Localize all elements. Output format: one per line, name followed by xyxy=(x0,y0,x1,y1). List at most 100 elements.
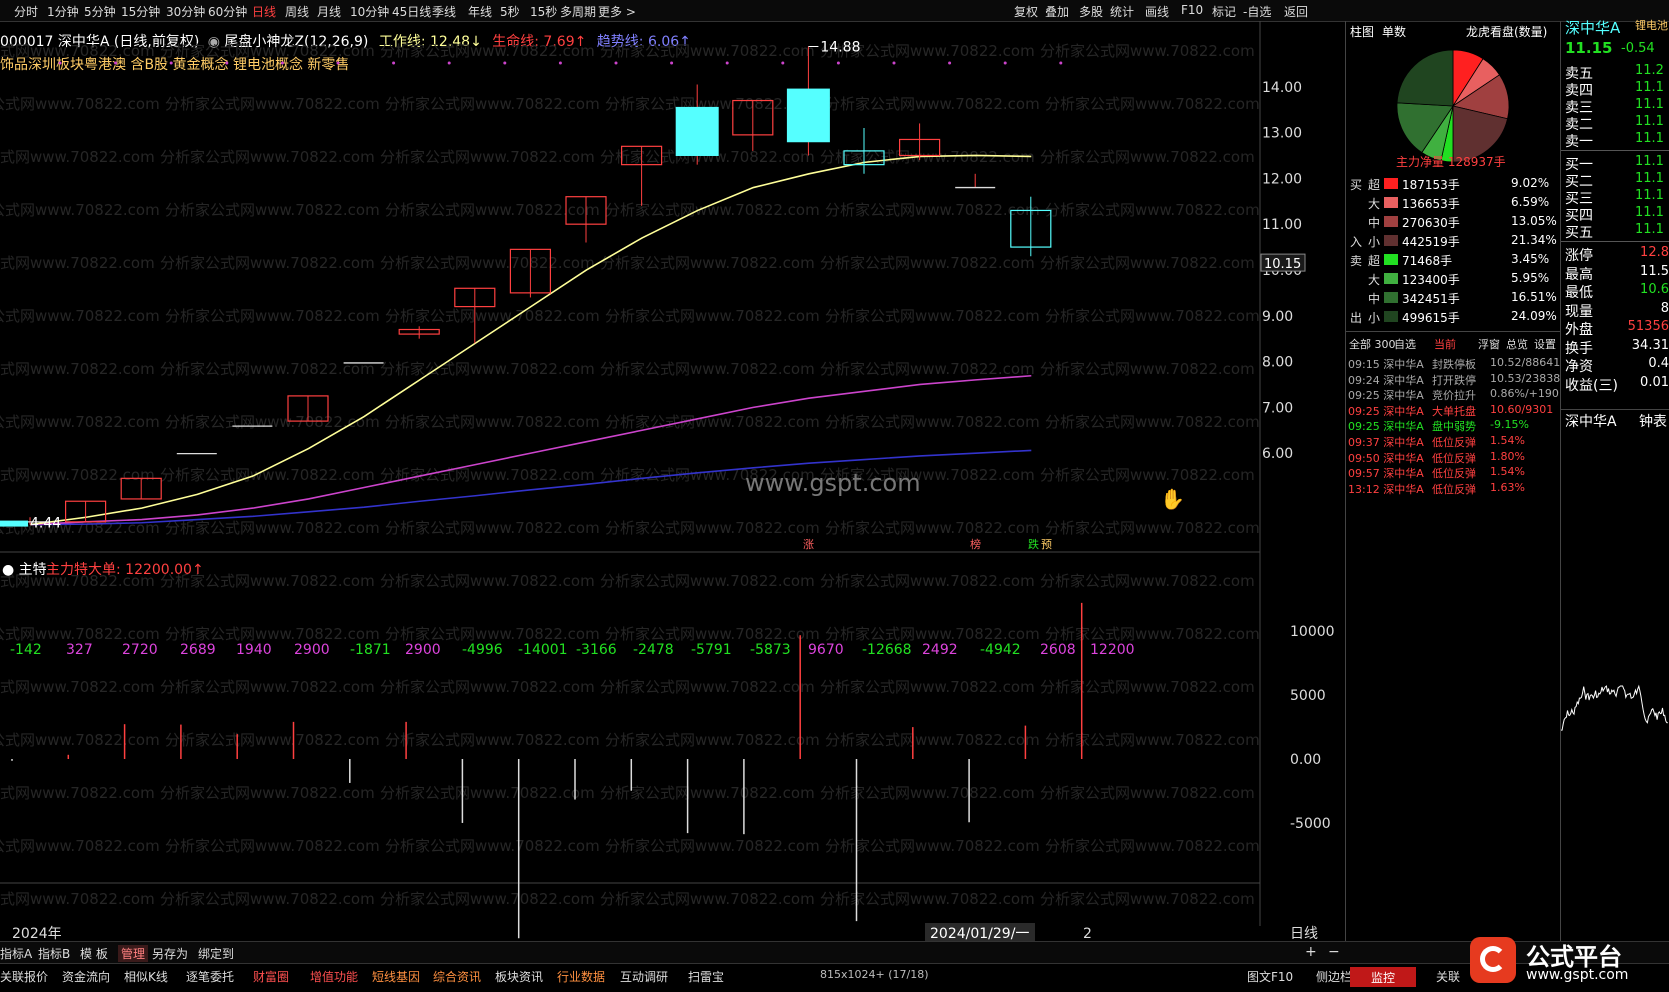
monitor-button[interactable]: 监控 xyxy=(1350,967,1416,987)
news-tab-2[interactable]: 当前 xyxy=(1434,336,1456,352)
indicator-tab-4[interactable]: 另存为 xyxy=(152,945,188,962)
stat-row-3: 现量 8 xyxy=(1565,301,1669,320)
period-tab-7[interactable]: 周线 xyxy=(285,3,309,20)
link-button[interactable]: 关联 xyxy=(1436,968,1460,985)
watermark-text: 分析家公式网www.70822.com xyxy=(380,784,595,802)
period-tab-15[interactable]: 多周期 xyxy=(560,3,596,20)
date-num: 2 xyxy=(1083,926,1092,941)
zoom-out-button[interactable]: − xyxy=(1328,944,1340,960)
toolbar-right-2[interactable]: 多股 xyxy=(1079,3,1103,20)
price-tick-0: 14.00 xyxy=(1262,80,1302,96)
ask-value: 11.1 xyxy=(1635,97,1664,112)
period-tab-2[interactable]: 5分钟 xyxy=(84,3,116,20)
function-tab-3[interactable]: 逐笔委托 xyxy=(186,968,234,985)
pie-slice-7 xyxy=(1396,49,1454,107)
function-tab-5[interactable]: 增值功能 xyxy=(310,968,358,985)
indicator-tab-1[interactable]: 指标B xyxy=(38,945,70,962)
period-tab-5[interactable]: 60分钟 xyxy=(208,3,247,20)
toolbar-right-0[interactable]: 复权 xyxy=(1014,3,1038,20)
period-tab-13[interactable]: 5秒 xyxy=(500,3,520,20)
toolbar-right-5[interactable]: F10 xyxy=(1181,3,1203,17)
tab-order-count[interactable]: 单数 xyxy=(1382,23,1406,40)
volume-tick-2: 0.00 xyxy=(1290,752,1321,768)
gspt-logo: 公式平台 www.gspt.com xyxy=(1470,935,1660,987)
period-tab-10[interactable]: 45日线 xyxy=(392,3,431,20)
function-tab-7[interactable]: 综合资讯 xyxy=(433,968,481,985)
function-tab-6[interactable]: 短线基因 xyxy=(372,968,420,985)
watermark-text: 分析家公式网www.70822.com xyxy=(1040,784,1255,802)
news-detail: 10.53/23838 xyxy=(1490,371,1561,385)
function-tab-1[interactable]: 资金流向 xyxy=(62,968,110,985)
period-tab-1[interactable]: 1分钟 xyxy=(47,3,79,20)
period-tab-16[interactable]: 更多 > xyxy=(598,3,636,20)
watermark-text: 分析家公式网www.70822.com xyxy=(165,201,380,219)
indicator-tab-0[interactable]: 指标A xyxy=(0,945,32,962)
news-tab-3[interactable]: 浮窗 xyxy=(1478,336,1500,352)
period-tab-12[interactable]: 年线 xyxy=(468,3,492,20)
flow-kind: 大 xyxy=(1368,197,1381,211)
toolbar-right-3[interactable]: 统计 xyxy=(1110,3,1134,20)
indicator-tab-3[interactable]: 管理 xyxy=(118,945,149,962)
flow-row-2: 中 270630手 13.05% xyxy=(1346,212,1561,231)
top-dot-marker xyxy=(280,61,284,65)
stat-value: 11.5 xyxy=(1640,263,1669,279)
flow-row-5: 大 123400手 5.95% xyxy=(1346,269,1561,288)
mini-title: 深中华A xyxy=(1565,414,1617,430)
sidebar-button[interactable]: 侧边栏 xyxy=(1316,968,1352,985)
toolbar-right-8[interactable]: 返回 xyxy=(1284,3,1308,20)
period-tab-3[interactable]: 15分钟 xyxy=(121,3,160,20)
top-dot-marker xyxy=(781,61,785,65)
watermark-text: 分析家公式网www.70822.com xyxy=(380,360,595,378)
period-tab-14[interactable]: 15秒 xyxy=(530,3,557,20)
toolbar-right-7[interactable]: -自选 xyxy=(1243,3,1271,20)
watermark-text: 分析家公式网www.70822.com xyxy=(1045,837,1260,855)
toolbar-right-4[interactable]: 画线 xyxy=(1145,3,1169,20)
ask-row-4: 卖一 11.1 xyxy=(1565,131,1669,150)
period-tab-8[interactable]: 月线 xyxy=(317,3,341,20)
top-dot-marker xyxy=(725,61,729,65)
tab-bar-chart[interactable]: 柱图 xyxy=(1350,23,1374,40)
period-tab-0[interactable]: 分时 xyxy=(14,3,38,20)
period-tab-4[interactable]: 30分钟 xyxy=(166,3,205,20)
flow-percent: 5.95% xyxy=(1511,271,1550,285)
price-chart[interactable]: 分析家公式网www.70822.com 分析家公式网www.70822.com 分析… xyxy=(0,21,1345,941)
news-tab-0[interactable]: 全部 300 xyxy=(1349,336,1396,352)
toolbar-right-1[interactable]: 叠加 xyxy=(1045,3,1069,20)
watermark-text: 分析家公式网www.70822.com xyxy=(385,731,600,749)
function-tab-10[interactable]: 互动调研 xyxy=(620,968,668,985)
indicator-tab-2[interactable]: 模 板 xyxy=(80,945,108,962)
function-tab-11[interactable]: 扫雷宝 xyxy=(688,968,724,985)
news-time: 09:25 深中华A xyxy=(1348,389,1424,403)
news-tab-4[interactable]: 总览 xyxy=(1506,336,1528,352)
bid-label: 买五 xyxy=(1565,225,1593,241)
stat-label: 最低 xyxy=(1565,285,1593,301)
start-bar xyxy=(0,520,28,527)
function-tab-9[interactable]: 行业数据 xyxy=(557,968,605,985)
function-tab-2[interactable]: 相似K线 xyxy=(124,968,168,985)
chart-area[interactable]: 000017 深中华A (日线,前复权) ◉ 尾盘小神龙Z(12,26,9) 工… xyxy=(0,21,1345,941)
period-tab-11[interactable]: 季线 xyxy=(432,3,456,20)
period-tab-9[interactable]: 10分钟 xyxy=(350,3,389,20)
function-tab-0[interactable]: 关联报价 xyxy=(0,968,48,985)
news-tab-1[interactable]: 自选 xyxy=(1394,336,1416,352)
tab-dragon-tiger[interactable]: 龙虎看盘(数量) xyxy=(1466,23,1547,40)
function-tab-4[interactable]: 财富圈 xyxy=(253,968,289,985)
watermark-text: 分析家公式网www.70822.com xyxy=(605,837,820,855)
f10-button[interactable]: 图文F10 xyxy=(1247,968,1293,985)
flow-percent: 24.09% xyxy=(1511,309,1557,323)
volume-value-3: 2689 xyxy=(180,642,216,658)
zoom-in-button[interactable]: + xyxy=(1305,944,1317,960)
function-tab-8[interactable]: 板块资讯 xyxy=(495,968,543,985)
stat-row-4: 外盘 51356 xyxy=(1565,319,1669,338)
watermark-text: 分析家公式网www.70822.com xyxy=(820,254,1035,272)
toolbar-right-6[interactable]: 标记 xyxy=(1212,3,1236,20)
bid-row-4: 买五 11.1 xyxy=(1565,222,1669,241)
mini-tab[interactable]: 钟表 xyxy=(1639,411,1667,431)
news-tabs: 全部 300 自选 当前 浮窗 总览 设置 xyxy=(1346,336,1561,354)
top-dot-marker xyxy=(614,61,618,65)
watermark-text: 分析家公式网www.70822.com xyxy=(820,360,1035,378)
watermark-text: 分析家公式网www.70822.com xyxy=(600,42,815,60)
indicator-tab-5[interactable]: 绑定到 xyxy=(198,945,234,962)
news-tab-5[interactable]: 设置 xyxy=(1534,336,1556,352)
period-tab-6[interactable]: 日线 xyxy=(252,3,276,20)
